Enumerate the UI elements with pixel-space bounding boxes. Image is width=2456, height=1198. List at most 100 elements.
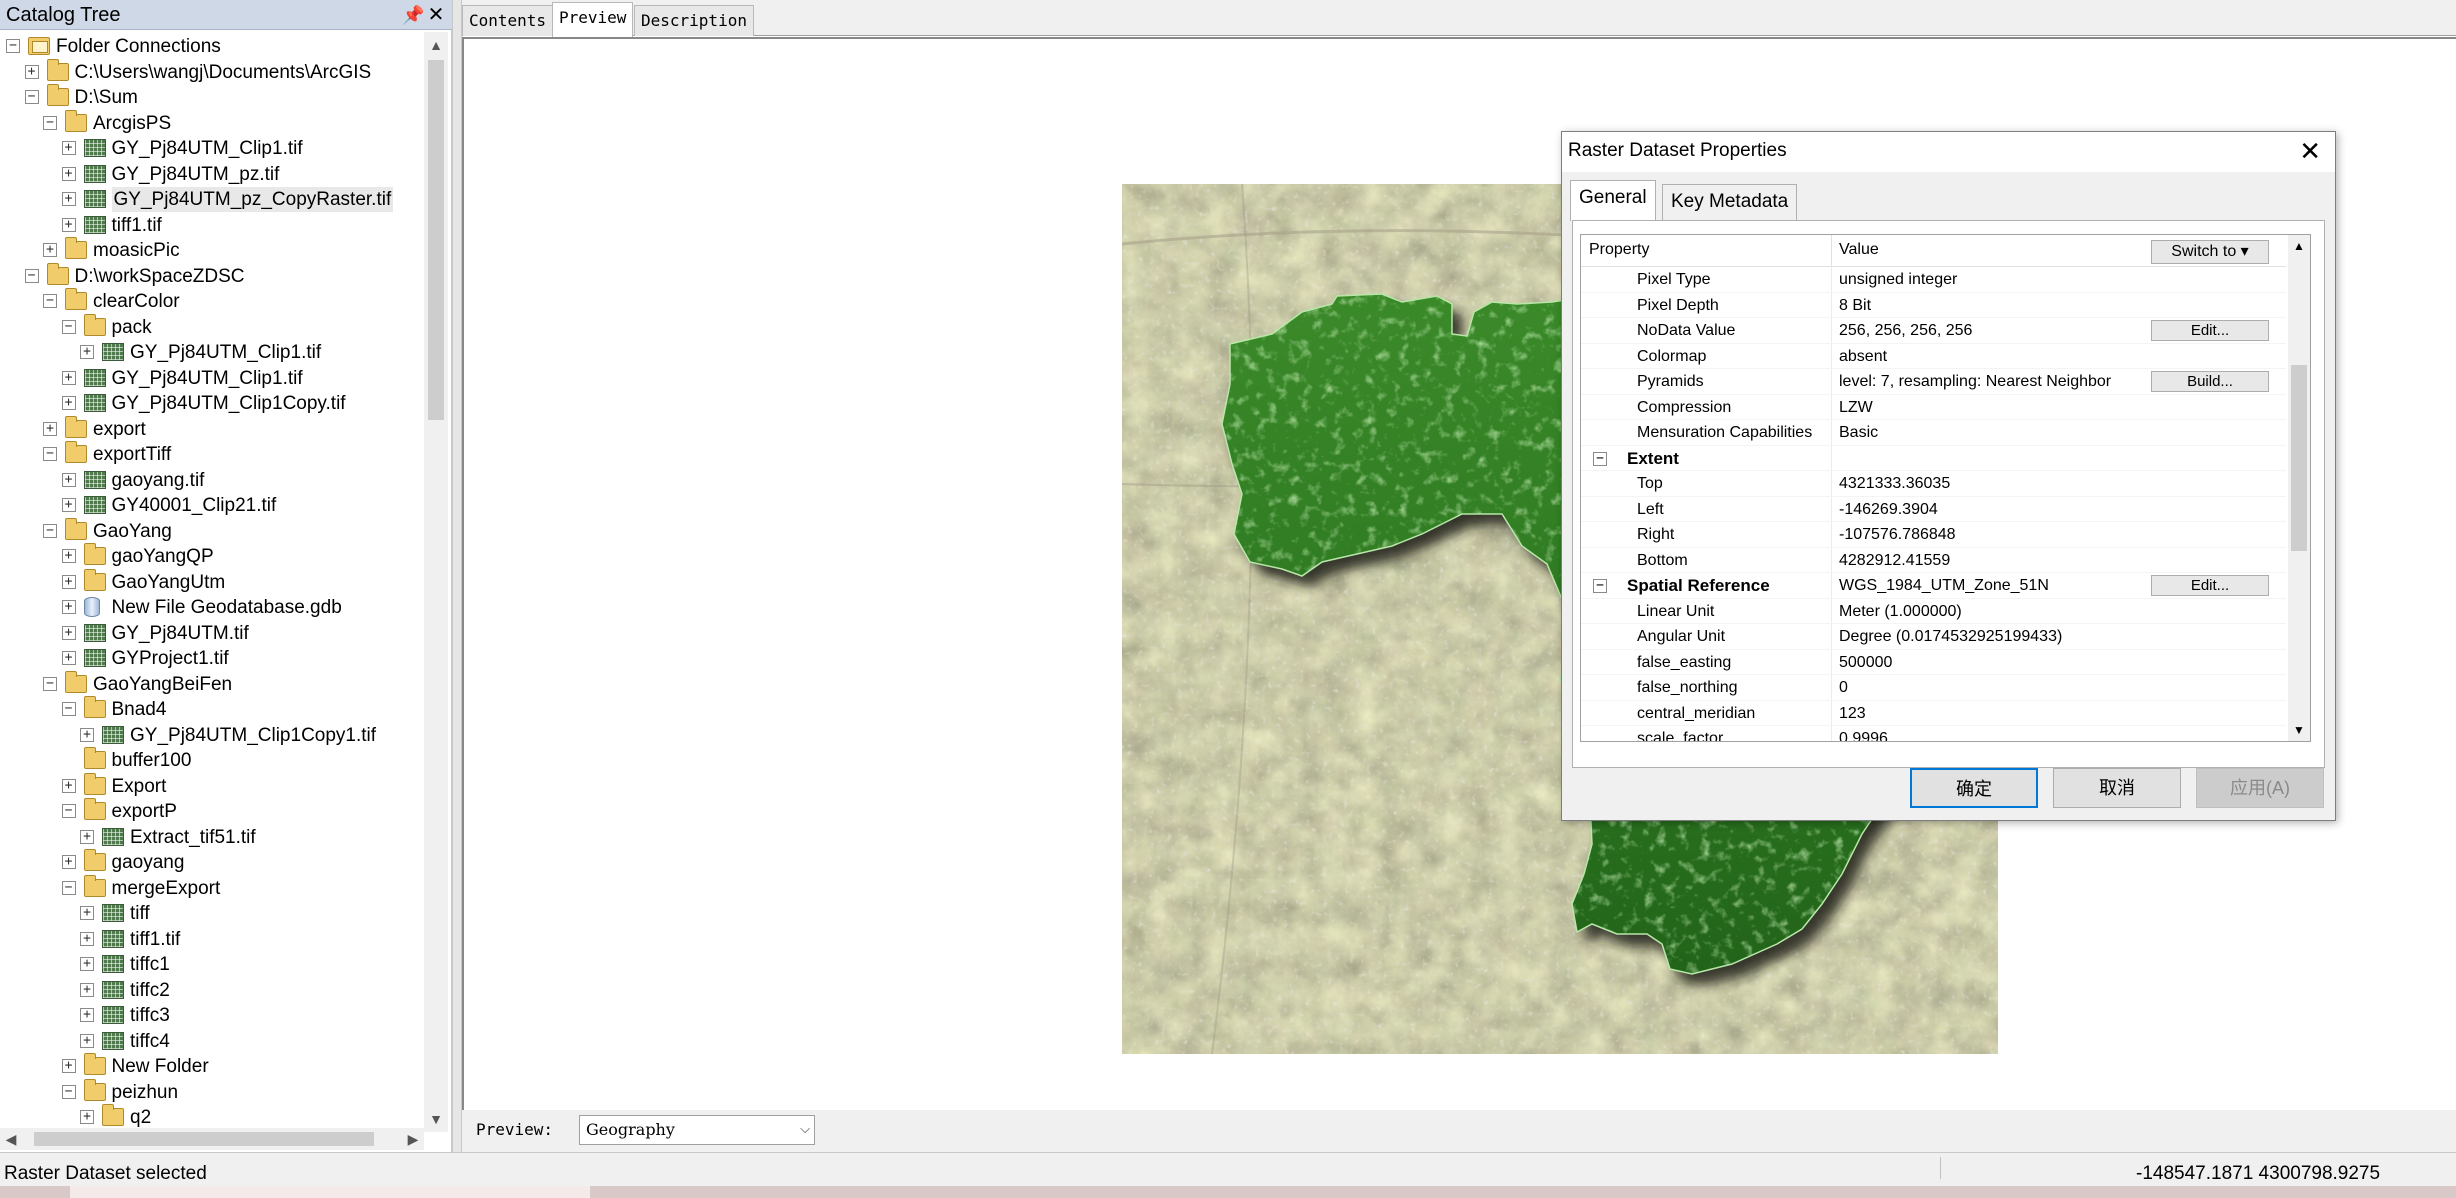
property-row[interactable]: Bottom 4282912.41559 bbox=[1581, 547, 2286, 573]
collapse-icon[interactable]: − bbox=[61, 804, 76, 818]
expand-icon[interactable]: + bbox=[61, 472, 76, 487]
property-row[interactable]: NoData Value 256, 256, 256, 256 Edit... bbox=[1581, 318, 2286, 344]
panel-splitter[interactable] bbox=[452, 0, 462, 1152]
tree-item[interactable]: + GY_Pj84UTM.tif bbox=[0, 621, 424, 646]
collapse-icon[interactable]: − bbox=[43, 115, 57, 130]
property-row[interactable]: scale_factor 0.9996 bbox=[1581, 726, 2286, 741]
tree-item[interactable]: buffer100 bbox=[0, 747, 424, 773]
collapse-icon[interactable]: − bbox=[24, 268, 39, 283]
property-row[interactable]: Compression LZW bbox=[1581, 394, 2286, 420]
tree-item[interactable]: + GY_Pj84UTM_pz.tif bbox=[0, 162, 424, 187]
tree-item[interactable]: + gaoYangQP bbox=[0, 543, 424, 569]
expand-icon[interactable]: + bbox=[80, 727, 94, 742]
expand-icon[interactable]: + bbox=[61, 651, 76, 665]
property-row[interactable]: Angular Unit Degree (0.0174532925199433) bbox=[1581, 624, 2286, 650]
property-row[interactable]: false_easting 500000 bbox=[1581, 649, 2286, 675]
collapse-icon[interactable]: − bbox=[24, 90, 39, 104]
apply-button[interactable]: 应用(A) bbox=[2196, 768, 2324, 808]
expand-icon[interactable]: + bbox=[61, 1059, 76, 1073]
tree-item[interactable]: + gaoyang bbox=[0, 849, 424, 875]
collapse-icon[interactable]: − bbox=[43, 294, 57, 308]
property-row[interactable]: Pixel Depth 8 Bit bbox=[1581, 292, 2286, 318]
tree-item[interactable]: + GaoYangUtm bbox=[0, 568, 424, 595]
expand-icon[interactable]: + bbox=[43, 421, 57, 436]
expand-icon[interactable]: + bbox=[80, 1110, 94, 1124]
expand-icon[interactable]: + bbox=[61, 498, 76, 512]
tree-item[interactable]: − exportTiff bbox=[0, 441, 424, 467]
property-row[interactable]: Mensuration Capabilities Basic bbox=[1581, 420, 2286, 446]
cancel-button[interactable]: 取消 bbox=[2053, 768, 2181, 808]
expand-icon[interactable]: + bbox=[80, 982, 94, 997]
tree-item[interactable]: + Extract_tif51.tif bbox=[0, 825, 424, 850]
expand-icon[interactable]: + bbox=[61, 192, 76, 206]
tree-item[interactable]: + GY_Pj84UTM_pz_CopyRaster.tif bbox=[0, 187, 424, 212]
expand-icon[interactable]: + bbox=[61, 855, 76, 869]
collapse-icon[interactable]: − bbox=[43, 523, 57, 538]
expand-icon[interactable]: + bbox=[80, 1033, 94, 1048]
property-row[interactable]: Left -146269.3904 bbox=[1581, 496, 2286, 522]
expand-icon[interactable]: + bbox=[43, 243, 57, 257]
collapse-icon[interactable]: − bbox=[61, 880, 76, 895]
expand-icon[interactable]: + bbox=[61, 166, 76, 181]
tree-item[interactable]: − D:\workSpaceZDSC bbox=[0, 262, 424, 289]
collapse-icon[interactable]: − bbox=[1593, 451, 1607, 466]
expand-icon[interactable]: + bbox=[80, 931, 94, 946]
expand-icon[interactable]: + bbox=[80, 906, 94, 920]
tree-item[interactable]: + GY_Pj84UTM_Clip1Copy.tif bbox=[0, 391, 424, 416]
collapse-icon[interactable]: − bbox=[61, 702, 76, 716]
tree-horizontal-scrollbar[interactable]: ◀ ▶ bbox=[0, 1128, 424, 1150]
expand-icon[interactable]: + bbox=[61, 396, 76, 410]
tree-item[interactable]: + GY_Pj84UTM_Clip1.tif bbox=[0, 366, 424, 391]
tree-item[interactable]: + q2 bbox=[0, 1104, 424, 1130]
expand-icon[interactable]: + bbox=[80, 1008, 94, 1022]
tree-item[interactable]: + GY_Pj84UTM_Clip1Copy1.tif bbox=[0, 723, 424, 748]
tab-preview[interactable]: Preview bbox=[552, 2, 634, 37]
tree-item[interactable]: + moasicPic bbox=[0, 237, 424, 263]
property-row[interactable]: false_northing 0 bbox=[1581, 675, 2286, 701]
collapse-icon[interactable]: − bbox=[61, 319, 76, 334]
scroll-up-icon[interactable]: ▲ bbox=[424, 32, 448, 58]
property-grid-scrollbar[interactable]: ▲ ▼ bbox=[2288, 235, 2310, 741]
scrollbar-thumb[interactable] bbox=[428, 60, 444, 420]
tree-item[interactable]: − mergeExport bbox=[0, 874, 424, 901]
tree-item[interactable]: + tiff1.tif bbox=[0, 927, 424, 952]
switch-to-button[interactable]: Switch to ▾ bbox=[2151, 240, 2269, 264]
property-category-row[interactable]: − Spatial Reference WGS_1984_UTM_Zone_51N E… bbox=[1581, 573, 2286, 599]
tree-item[interactable]: + New File Geodatabase.gdb bbox=[0, 595, 424, 620]
tree-item[interactable]: + tiffc1 bbox=[0, 952, 424, 977]
collapse-icon[interactable]: − bbox=[43, 676, 57, 691]
expand-icon[interactable]: + bbox=[61, 625, 76, 640]
scroll-down-icon[interactable]: ▼ bbox=[424, 1106, 448, 1132]
tree-item[interactable]: + C:\Users\wangj\Documents\ArcGIS bbox=[0, 58, 424, 85]
tab-contents[interactable]: Contents bbox=[462, 5, 554, 36]
expand-icon[interactable]: + bbox=[61, 370, 76, 385]
tree-item[interactable]: − D:\Sum bbox=[0, 84, 424, 110]
tree-item[interactable]: + New Folder bbox=[0, 1053, 424, 1079]
property-category-row[interactable]: − Extent bbox=[1581, 445, 2286, 471]
expand-icon[interactable]: + bbox=[61, 600, 76, 614]
tree-item[interactable]: − ArcgisPS bbox=[0, 109, 424, 136]
collapse-icon[interactable]: − bbox=[61, 1084, 76, 1099]
tree-item[interactable]: − exportP bbox=[0, 798, 424, 824]
tree-item[interactable]: − Bnad4 bbox=[0, 696, 424, 722]
collapse-icon[interactable]: − bbox=[6, 39, 20, 53]
property-row[interactable]: Linear Unit Meter (1.000000) bbox=[1581, 598, 2286, 624]
tree-item[interactable]: + gaoyang.tif bbox=[0, 468, 424, 493]
property-row[interactable]: Pixel Type unsigned integer bbox=[1581, 267, 2286, 293]
collapse-icon[interactable]: − bbox=[1593, 579, 1607, 593]
scroll-up-icon[interactable]: ▲ bbox=[2288, 235, 2310, 257]
expand-icon[interactable]: + bbox=[61, 217, 76, 232]
tree-item[interactable]: + GY_Pj84UTM_Clip1.tif bbox=[0, 340, 424, 365]
tab-key-metadata[interactable]: Key Metadata bbox=[1662, 184, 1798, 220]
expand-icon[interactable]: + bbox=[61, 778, 76, 793]
collapse-icon[interactable]: − bbox=[43, 447, 57, 461]
tree-item[interactable]: + tiffc4 bbox=[0, 1029, 424, 1054]
property-row[interactable]: Right -107576.786848 bbox=[1581, 522, 2286, 548]
tree-item[interactable]: + GY40001_Clip21.tif bbox=[0, 493, 424, 518]
tree-item[interactable]: + GYProject1.tif bbox=[0, 646, 424, 671]
tree-item[interactable]: − peizhun bbox=[0, 1078, 424, 1105]
tab-general[interactable]: General bbox=[1570, 180, 1656, 221]
edit-button[interactable]: Edit... bbox=[2151, 320, 2269, 341]
property-row[interactable]: Top 4321333.36035 bbox=[1581, 471, 2286, 497]
expand-icon[interactable]: + bbox=[24, 64, 39, 79]
